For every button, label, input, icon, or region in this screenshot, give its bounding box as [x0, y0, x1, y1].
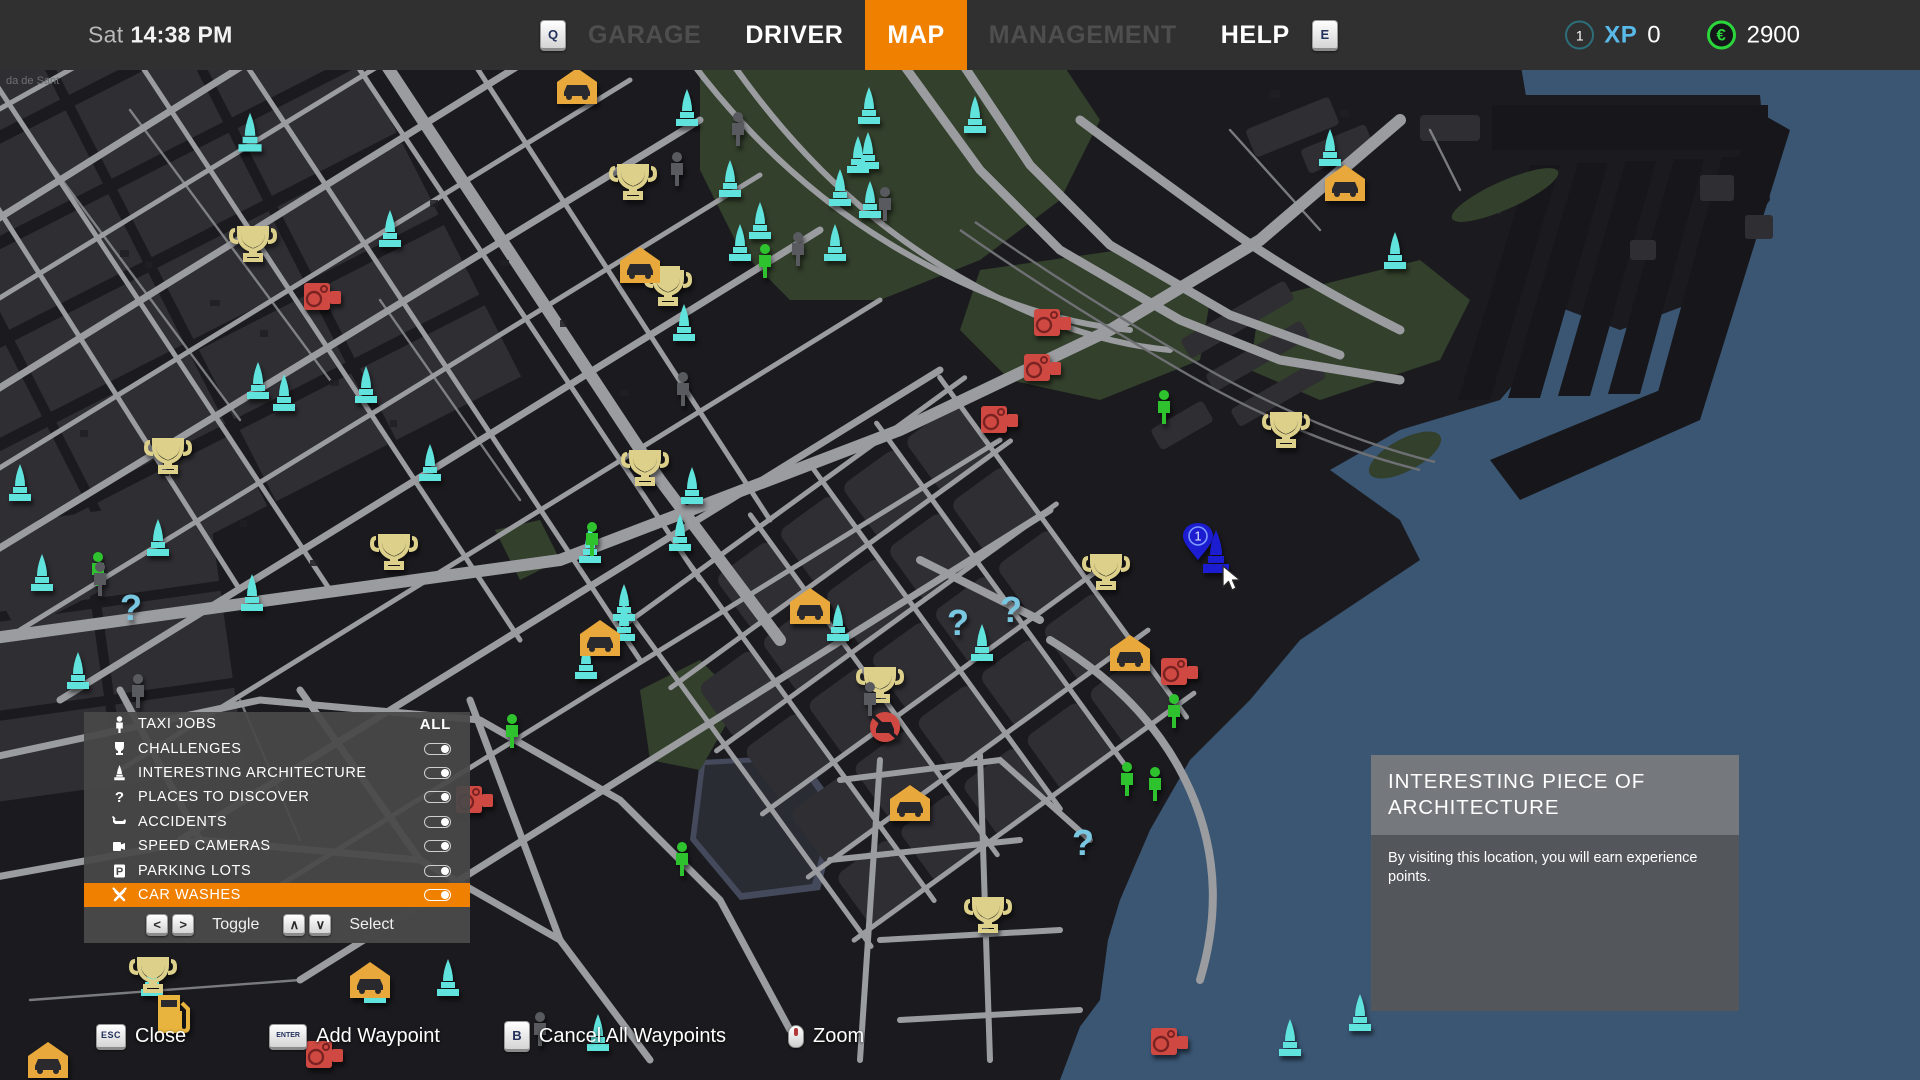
- down-arrow-key[interactable]: ∨: [309, 914, 332, 937]
- game-map-screen: da de Sant 1 ? ? ? ? Sat 14:38 PM Q GARA…: [0, 0, 1920, 1080]
- filter-row-car-washes[interactable]: CAR WASHES: [84, 882, 470, 908]
- svg-text:?: ?: [120, 587, 142, 628]
- player-stats: 1 XP 0 € 2900: [1565, 20, 1800, 50]
- b-key[interactable]: B: [503, 1021, 530, 1052]
- filter-row-places-to-discover[interactable]: ? PLACES TO DISCOVER: [84, 785, 470, 809]
- xp-group: 1 XP 0: [1565, 20, 1661, 50]
- filter-row-speed-cameras[interactable]: SPEED CAMERAS: [84, 834, 470, 858]
- mouse-cursor: [1222, 565, 1241, 591]
- map-filter-panel[interactable]: TAXI JOBS ALL CHALLENGES INTERESTING ARC…: [84, 712, 470, 944]
- money-group: € 2900: [1706, 20, 1800, 50]
- location-info-card: INTERESTING PIECE OF ARCHITECTURE By vis…: [1371, 755, 1739, 1011]
- filter-toggle-challenges[interactable]: [424, 742, 451, 755]
- hint-label-zoom: Zoom: [813, 1025, 865, 1047]
- top-navigation-bar: Sat 14:38 PM Q GARAGE DRIVER MAP MANAGEME…: [0, 0, 1920, 70]
- filter-label-challenges: CHALLENGES: [138, 740, 242, 757]
- info-card-title: INTERESTING PIECE OF ARCHITECTURE: [1371, 755, 1739, 835]
- main-nav: Q GARAGE DRIVER MAP MANAGEMENT HELP E: [540, 0, 1338, 70]
- question-mark-icon: ?: [106, 789, 132, 805]
- toggle-hint-label: Toggle: [212, 916, 260, 934]
- filter-panel-footer: < > Toggle ∧ ∨ Select: [84, 907, 470, 944]
- hint-close[interactable]: ESC Close: [96, 1023, 187, 1050]
- parking-icon: P: [106, 864, 132, 878]
- nav-driver[interactable]: DRIVER: [723, 0, 865, 70]
- hint-label-close: Close: [135, 1025, 187, 1047]
- filter-toggle-speed-cameras[interactable]: [424, 840, 451, 853]
- clock-time: 14:38 PM: [130, 21, 233, 48]
- help-key-e[interactable]: E: [1311, 19, 1338, 51]
- nav-management[interactable]: MANAGEMENT: [967, 0, 1199, 70]
- filter-toggle-parking-lots[interactable]: [424, 864, 451, 877]
- right-arrow-key[interactable]: >: [172, 914, 195, 937]
- nav-map[interactable]: MAP: [865, 0, 967, 70]
- game-clock: Sat 14:38 PM: [88, 22, 233, 49]
- info-card-body: By visiting this location, you will earn…: [1371, 835, 1739, 1011]
- accident-markers: [870, 712, 900, 742]
- wrench-icon: [106, 887, 132, 902]
- hint-zoom[interactable]: Zoom: [788, 1025, 864, 1048]
- svg-text:?: ?: [1000, 589, 1022, 630]
- enter-key[interactable]: ENTER: [269, 1023, 308, 1050]
- filter-toggle-places-to-discover[interactable]: [424, 791, 451, 804]
- filter-label-taxi-jobs: TAXI JOBS: [138, 716, 217, 733]
- mouse-wheel-icon: [788, 1025, 805, 1048]
- street-label: da de Sant: [6, 75, 59, 87]
- filter-toggle-car-washes[interactable]: [424, 888, 451, 901]
- filter-label-car-washes: CAR WASHES: [138, 886, 241, 903]
- crashed-car-icon: [106, 815, 132, 828]
- level-badge: 1: [1565, 20, 1595, 50]
- nav-garage[interactable]: GARAGE: [566, 0, 723, 70]
- hint-add-waypoint[interactable]: ENTER Add Waypoint: [269, 1023, 440, 1050]
- speed-camera-icon: [106, 840, 132, 853]
- hint-label-add-waypoint: Add Waypoint: [316, 1025, 440, 1047]
- select-hint-label: Select: [349, 916, 394, 934]
- filter-row-accidents[interactable]: ACCIDENTS: [84, 810, 470, 834]
- left-arrow-key[interactable]: <: [146, 914, 169, 937]
- filter-label-places-to-discover: PLACES TO DISCOVER: [138, 789, 310, 806]
- hint-label-cancel-all-waypoints: Cancel All Waypoints: [538, 1025, 727, 1047]
- filter-label-speed-cameras: SPEED CAMERAS: [138, 838, 271, 855]
- select-keys: ∧ ∨: [283, 914, 332, 937]
- svg-text:1: 1: [1194, 529, 1201, 544]
- filter-toggle-interesting-architecture[interactable]: [424, 766, 451, 779]
- xp-value: 0: [1647, 21, 1661, 48]
- filter-row-parking-lots[interactable]: P PARKING LOTS: [84, 858, 470, 882]
- svg-text:?: ?: [947, 602, 969, 643]
- svg-text:?: ?: [114, 789, 123, 805]
- trophy-icon: [106, 741, 132, 757]
- hint-cancel-all-waypoints[interactable]: B Cancel All Waypoints: [503, 1021, 727, 1052]
- filter-row-taxi-jobs[interactable]: TAXI JOBS ALL: [84, 712, 470, 736]
- monument-icon: [106, 764, 132, 781]
- toggle-keys: < >: [146, 914, 195, 937]
- filter-all-label[interactable]: ALL: [420, 716, 470, 733]
- filter-label-interesting-architecture: INTERESTING ARCHITECTURE: [138, 764, 367, 781]
- action-hint-bar: ESC Close ENTER Add Waypoint B Cancel Al…: [96, 1021, 864, 1052]
- svg-text:P: P: [115, 866, 122, 878]
- filter-row-challenges[interactable]: CHALLENGES: [84, 736, 470, 760]
- pedestrian-icon: [106, 715, 132, 733]
- filter-row-interesting-architecture[interactable]: INTERESTING ARCHITECTURE: [84, 761, 470, 785]
- xp-label: XP: [1604, 21, 1638, 48]
- filter-toggle-accidents[interactable]: [424, 815, 451, 828]
- money-value: 2900: [1746, 21, 1800, 48]
- filter-label-parking-lots: PARKING LOTS: [138, 862, 252, 879]
- quick-key-q[interactable]: Q: [540, 19, 566, 51]
- clock-day: Sat: [88, 21, 124, 48]
- euro-coin-icon: €: [1706, 20, 1736, 50]
- filter-label-accidents: ACCIDENTS: [138, 813, 228, 830]
- svg-text:?: ?: [1072, 822, 1094, 863]
- nav-help[interactable]: HELP: [1199, 0, 1312, 70]
- up-arrow-key[interactable]: ∧: [283, 914, 306, 937]
- esc-key[interactable]: ESC: [96, 1023, 126, 1050]
